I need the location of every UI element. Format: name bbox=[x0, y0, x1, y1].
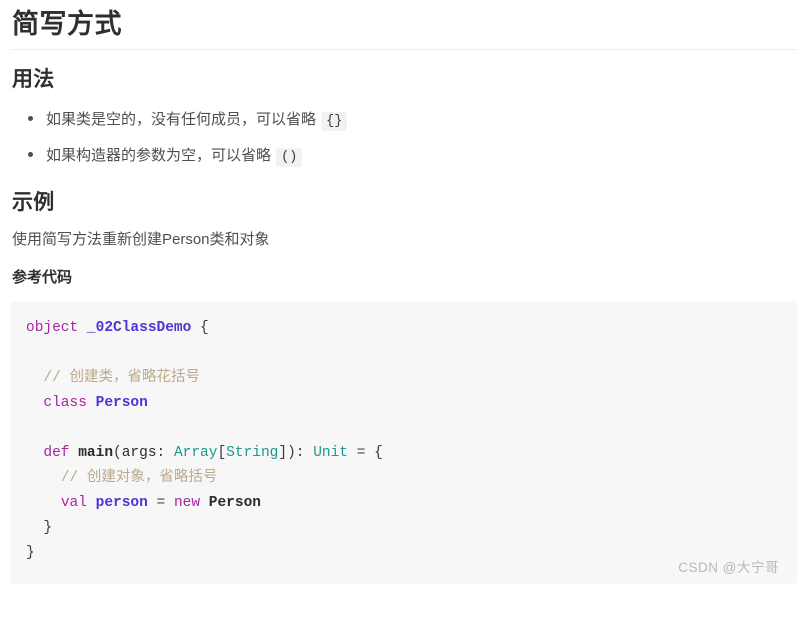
code-token: Unit bbox=[313, 444, 349, 461]
section-heading-example: 示例 bbox=[12, 191, 55, 215]
code-token: { bbox=[374, 444, 383, 461]
code-token: new bbox=[173, 494, 201, 511]
code-token: ( bbox=[113, 444, 122, 461]
inline-code: () bbox=[276, 148, 303, 168]
code-token: : bbox=[295, 444, 314, 461]
article-page: 简写方式 用法 如果类是空的，没有任何成员，可以省略 {} 如果构造器的参数为空… bbox=[0, 0, 807, 622]
code-token: } bbox=[26, 544, 35, 561]
example-description: 使用简写方法重新创建Person类和对象 bbox=[12, 231, 270, 249]
code-token: main bbox=[78, 444, 114, 461]
list-item: 如果类是空的，没有任何成员，可以省略 {} bbox=[28, 103, 797, 139]
code-label: 参考代码 bbox=[12, 269, 73, 287]
code-block: object _02ClassDemo { // 创建类，省略花括号 class… bbox=[10, 301, 797, 584]
code-token: Person bbox=[95, 394, 148, 411]
code-token: _02ClassDemo bbox=[86, 319, 192, 336]
inline-code: {} bbox=[321, 112, 348, 132]
code-token: object bbox=[26, 319, 79, 336]
section-heading-usage: 用法 bbox=[12, 67, 55, 91]
code-token: [ bbox=[217, 444, 227, 461]
code-token: ]) bbox=[278, 444, 296, 461]
code-token: def bbox=[43, 444, 70, 461]
code-token: Array bbox=[173, 444, 218, 461]
code-token: } bbox=[43, 519, 53, 536]
watermark: CSDN @大宁哥 bbox=[678, 559, 779, 575]
code-token: String bbox=[226, 444, 279, 461]
code-token: // 创建类，省略花括号 bbox=[43, 369, 201, 386]
code-token: : bbox=[156, 444, 174, 461]
code-token: // 创建对象，省略括号 bbox=[60, 469, 218, 486]
code-content[interactable]: object _02ClassDemo { // 创建类，省略花括号 class… bbox=[26, 316, 781, 566]
page-title: 简写方式 bbox=[12, 9, 122, 39]
bullet-text: 如果构造器的参数为空，可以省略 bbox=[46, 147, 276, 165]
code-token: person bbox=[95, 494, 148, 511]
code-token: Person bbox=[208, 494, 261, 511]
bullet-text: 如果类是空的，没有任何成员，可以省略 bbox=[46, 111, 321, 129]
code-token: val bbox=[60, 494, 87, 511]
usage-bullet-list: 如果类是空的，没有任何成员，可以省略 {} 如果构造器的参数为空，可以省略 () bbox=[10, 103, 797, 175]
code-token: class bbox=[43, 394, 87, 411]
code-token: { bbox=[200, 319, 209, 336]
code-token: args bbox=[121, 444, 157, 461]
list-item: 如果构造器的参数为空，可以省略 () bbox=[28, 139, 797, 175]
code-token: = bbox=[156, 494, 166, 511]
title-divider bbox=[10, 48, 797, 50]
